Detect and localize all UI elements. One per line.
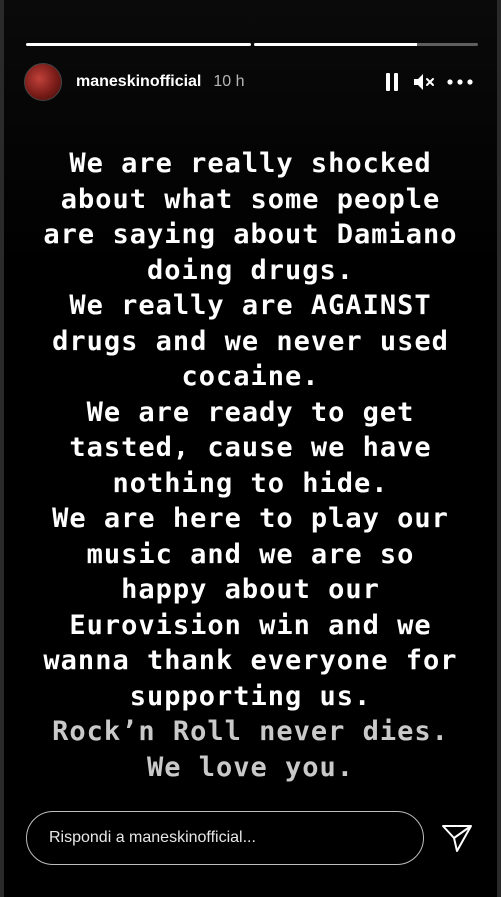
- avatar[interactable]: [24, 63, 62, 101]
- story-line: We are here to play our: [52, 503, 449, 534]
- story-line: We love you.: [146, 751, 355, 783]
- story-line: We are really shocked: [69, 148, 432, 179]
- more-options-button[interactable]: [443, 67, 477, 97]
- reply-input[interactable]: [26, 811, 424, 865]
- story-line: about what some people: [60, 183, 441, 215]
- post-timestamp: 10 h: [213, 73, 245, 90]
- story-line: tasted, cause we have: [69, 432, 432, 463]
- send-button[interactable]: [440, 821, 474, 855]
- more-horizontal-icon: [447, 79, 473, 85]
- story-header: maneskinofficial 10 h: [24, 62, 477, 102]
- mute-button[interactable]: [411, 67, 437, 97]
- reply-bar: [26, 811, 477, 865]
- story-line: wanna thank everyone for: [43, 645, 458, 676]
- story-line: music and we are so: [86, 538, 415, 570]
- story-progress-bar: [26, 43, 478, 46]
- progress-segment-2: [253, 43, 478, 46]
- story-line: happy about our: [121, 574, 380, 605]
- username[interactable]: maneskinofficial: [76, 73, 201, 91]
- story-line: supporting us.: [129, 680, 372, 712]
- story-text: We are really shocked about what some pe…: [12, 146, 489, 785]
- story-line: cocaine.: [181, 361, 320, 392]
- volume-muted-icon: [414, 74, 434, 90]
- progress-fill-2: [253, 43, 418, 46]
- progress-fill-1: [26, 43, 251, 46]
- story-viewer: maneskinofficial 10 h We are really shoc…: [0, 0, 501, 897]
- story-line: We are ready to get: [86, 396, 415, 428]
- story-line: doing drugs.: [146, 254, 355, 286]
- pause-icon: [386, 73, 398, 91]
- story-line: Eurovision win and we: [69, 609, 432, 641]
- progress-segment-1: [26, 43, 251, 46]
- send-icon: [442, 825, 472, 852]
- story-line: are saying about Damiano: [43, 219, 458, 250]
- story-line: Rock’n Roll never dies.: [52, 716, 449, 747]
- story-line: nothing to hide.: [112, 467, 389, 499]
- story-line: drugs and we never used: [52, 325, 449, 357]
- story-line: We really are AGAINST: [69, 290, 432, 321]
- pause-button[interactable]: [379, 67, 405, 97]
